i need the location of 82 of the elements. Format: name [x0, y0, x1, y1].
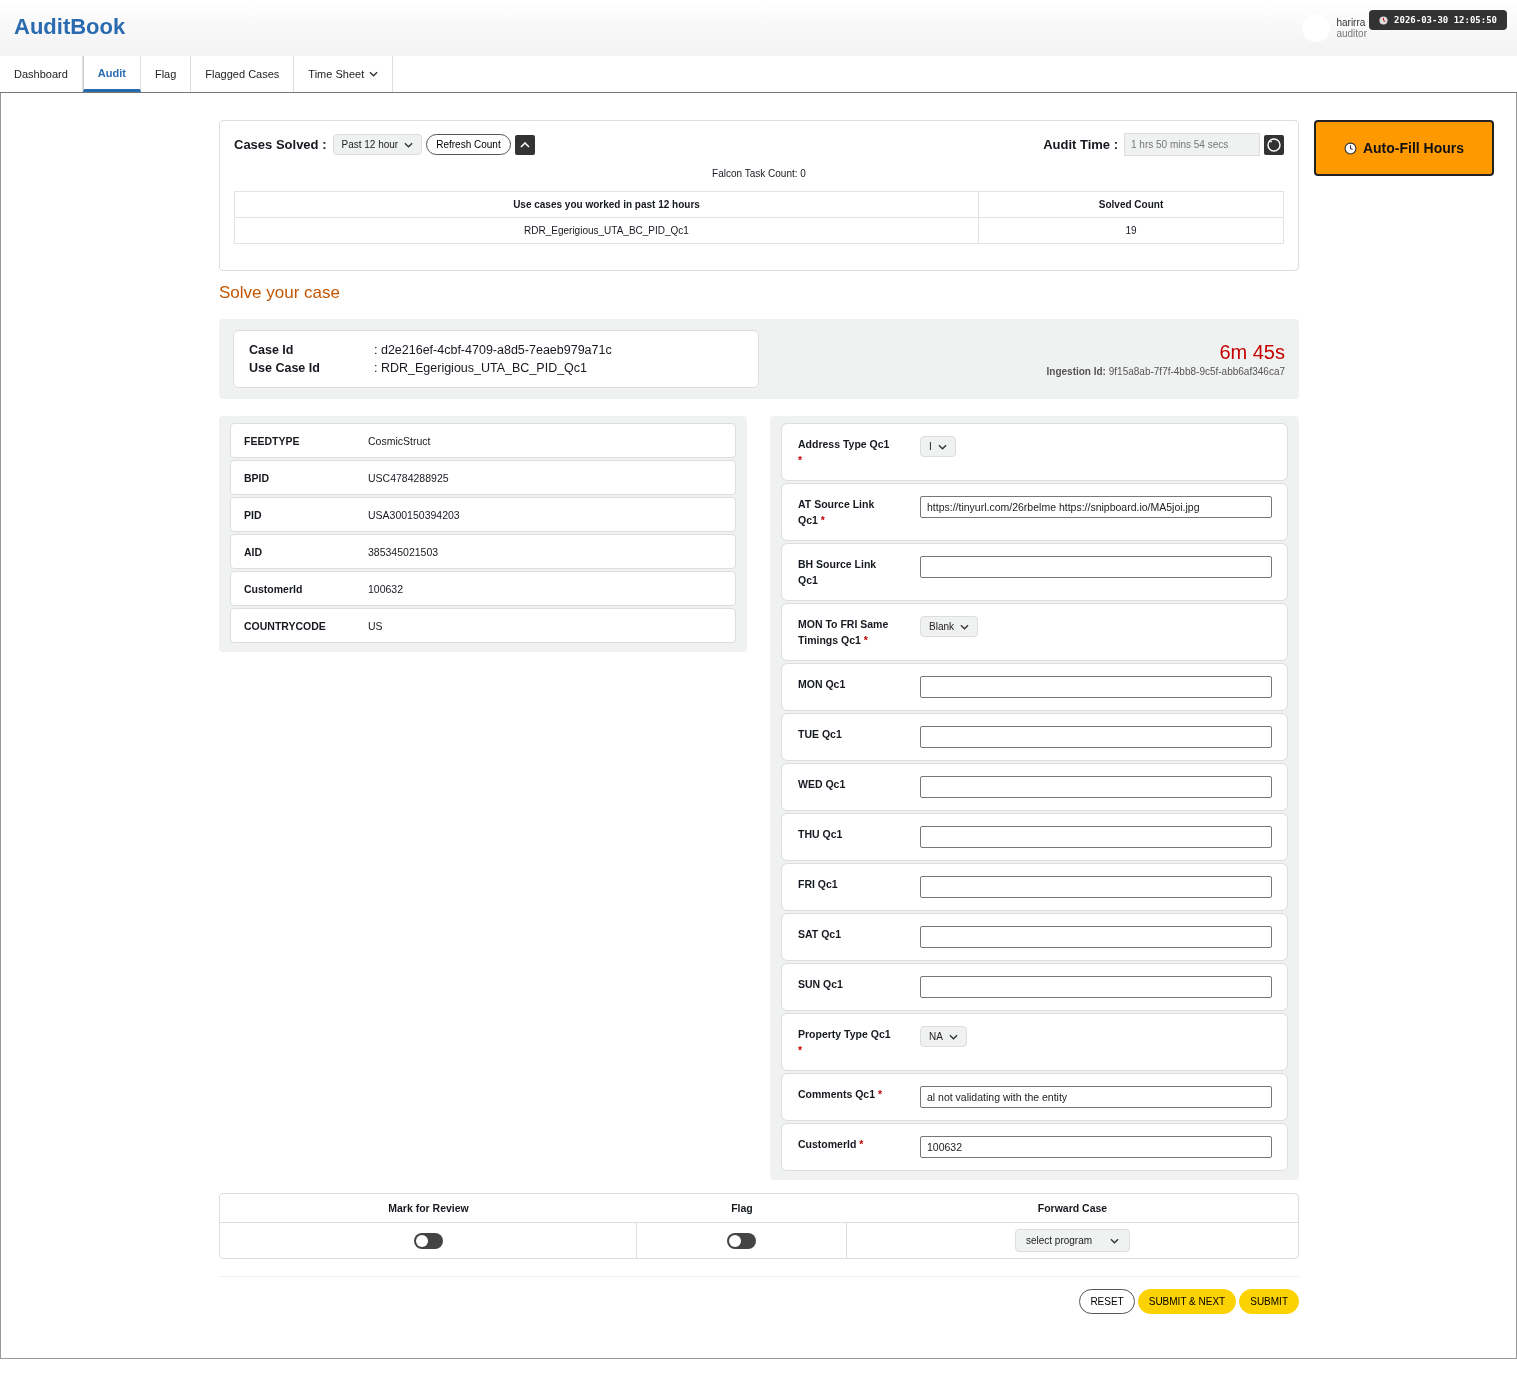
user-name: harirra — [1336, 17, 1367, 28]
toggle-switch[interactable] — [413, 1232, 443, 1249]
input-field[interactable] — [920, 976, 1272, 998]
clock-icon — [1379, 15, 1389, 25]
field-label: SAT Qc1 — [798, 927, 842, 942]
detail-label: AID — [244, 545, 264, 558]
input-field[interactable] — [920, 876, 1272, 898]
chevron-down-icon — [937, 443, 947, 450]
field-label: AT Source Link Qc1 * — [798, 497, 876, 528]
user-role: auditor — [1336, 28, 1367, 39]
ingestion-id: Ingestion Id: 9f15a8ab-7f7f-4bb8-9c5f-abb6af346ca7 — [1046, 366, 1285, 377]
field-label: MON To FRI Same Timings Qc1 * — [798, 617, 890, 648]
clock-icon — [1343, 141, 1357, 155]
auto-fill-button[interactable]: Auto-Fill Hours — [1314, 120, 1494, 176]
app-logo: AuditBook — [14, 14, 126, 40]
chevron-down-icon — [948, 1033, 958, 1040]
field-value: : RDR_Egerigious_UTA_BC_PID_Qc1 — [374, 361, 589, 375]
input-field[interactable]: al not validating with the entity — [920, 1086, 1272, 1108]
detail-label: BPID — [244, 471, 271, 484]
audit-time-field[interactable]: 1 hrs 50 mins 54 secs — [1124, 133, 1260, 156]
input-field[interactable] — [920, 726, 1272, 748]
column-header: Solved Count — [978, 191, 1284, 218]
action-button[interactable]: SUBMIT — [1239, 1289, 1299, 1314]
toggle-switch[interactable] — [727, 1232, 756, 1249]
detail-label: COUNTRYCODE — [244, 619, 327, 632]
input-field[interactable] — [920, 676, 1272, 698]
field-label: TUE Qc1 — [798, 727, 843, 742]
field-label: FRI Qc1 — [798, 877, 839, 892]
input-field[interactable]: https://tinyurl.com/26rbelme https://snipboard.io/MA5joi.jpg — [920, 496, 1272, 518]
table-cell: RDR_Egerigious_UTA_BC_PID_Qc1 — [234, 217, 979, 244]
collapse-button[interactable] — [514, 134, 535, 155]
field-label: Case Id — [249, 343, 295, 357]
detail-value: USA300150394203 — [368, 508, 460, 521]
program-select[interactable]: select program — [1014, 1229, 1131, 1252]
period-select[interactable]: Past 12 hour — [332, 134, 423, 155]
field-label: WED Qc1 — [798, 777, 847, 792]
cases-solved-label: Cases Solved : — [234, 137, 327, 152]
field-label: SUN Qc1 — [798, 977, 844, 992]
column-header: Flag — [637, 1194, 847, 1223]
dropdown[interactable]: NA — [920, 1026, 967, 1047]
field-label: MON Qc1 — [798, 677, 847, 692]
detail-label: CustomerId — [244, 582, 304, 595]
field-label: Comments Qc1 * — [798, 1087, 884, 1102]
table-cell: 19 — [978, 217, 1284, 244]
action-button[interactable]: SUBMIT & NEXT — [1137, 1289, 1237, 1314]
chevron-up-icon — [519, 141, 530, 148]
chevron-down-icon — [1110, 1237, 1120, 1244]
field-label: CustomerId * — [798, 1137, 865, 1152]
column-header: Forward Case — [847, 1194, 1298, 1223]
detail-label: FEEDTYPE — [244, 434, 301, 447]
dropdown[interactable]: I — [920, 436, 956, 457]
timestamp-tooltip: 2026-03-30 12:05:50 — [1369, 10, 1507, 30]
detail-label: PID — [244, 508, 263, 521]
input-field[interactable] — [920, 826, 1272, 848]
audit-time-label: Audit Time : — [1043, 137, 1118, 152]
detail-value: CosmicStruct — [368, 434, 431, 447]
section-title: Solve your case — [219, 283, 341, 303]
input-field[interactable] — [920, 556, 1272, 578]
detail-value: USC4784288925 — [368, 471, 449, 484]
detail-value: US — [368, 619, 383, 632]
input-field[interactable]: 100632 — [920, 1136, 1272, 1158]
input-field[interactable] — [920, 776, 1272, 798]
falcon-count: Falcon Task Count: 0 — [712, 168, 806, 179]
dropdown[interactable]: Blank — [920, 616, 978, 637]
action-button[interactable]: RESET — [1079, 1289, 1135, 1314]
field-label: Use Case Id — [249, 361, 321, 375]
field-label: BH Source Link Qc1 — [798, 557, 878, 588]
refresh-count-button[interactable]: Refresh Count — [426, 134, 511, 155]
chevron-down-icon — [960, 623, 969, 630]
detail-value: 385345021503 — [368, 545, 439, 558]
field-label: THU Qc1 — [798, 827, 844, 842]
chevron-down-icon — [369, 71, 379, 77]
case-timer: 6m 45s — [1219, 341, 1285, 364]
chevron-down-icon — [404, 141, 414, 148]
column-header: Use cases you worked in past 12 hours — [234, 191, 979, 218]
input-field[interactable] — [920, 926, 1272, 948]
field-label: Address Type Qc1 * — [798, 437, 891, 468]
detail-value: 100632 — [368, 582, 404, 595]
field-value: : d2e216ef-4cbf-4709-a8d5-7eaeb979a71c — [374, 343, 613, 357]
column-header: Mark for Review — [220, 1194, 637, 1223]
field-label: Property Type Qc1 * — [798, 1027, 892, 1058]
nav-tab[interactable]: Audit — [82, 56, 141, 92]
